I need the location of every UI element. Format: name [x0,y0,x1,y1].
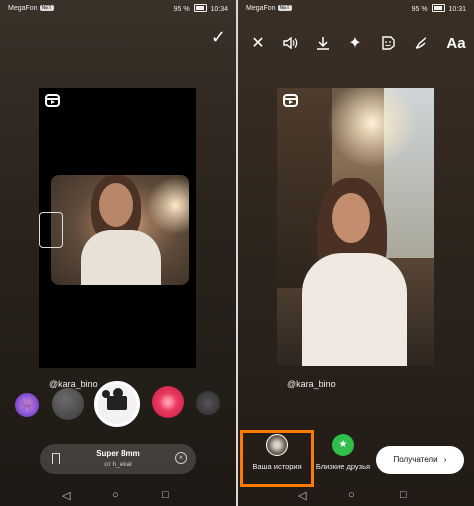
star-icon: ★ [332,434,354,456]
video-frame [51,175,189,285]
network-badge: NET [277,5,292,11]
effect-info-bar[interactable]: Super 8mm от h_ekal × [40,444,196,474]
battery-icon [431,4,445,12]
text-tool-button[interactable]: Aa [442,30,470,58]
draw-icon[interactable] [409,30,433,58]
camera-icon [102,388,127,410]
username-label: @kara_bino [287,379,336,389]
frame-handle[interactable] [39,212,63,248]
close-friends-label: Близкие друзья [315,462,371,471]
battery-percent: 95 % [411,6,428,13]
clock: 10:31 [448,6,466,13]
close-effect-icon[interactable]: × [175,452,187,464]
carrier-name: MegaFon [246,5,276,12]
system-navbar: ◁ ○ □ [0,484,236,506]
recipients-button[interactable]: Получатели › [376,446,464,474]
check-icon[interactable]: ✓ [211,27,226,48]
close-friends-button[interactable]: ★ Близкие друзья [310,434,376,471]
effect-name: Super 8mm [96,449,140,458]
editor-toolbar: ✕ ✦ Aa [238,30,474,58]
effect-blur[interactable] [52,388,84,420]
download-icon[interactable] [311,30,335,58]
sticker-icon[interactable] [376,30,400,58]
chevron-right-icon: › [443,455,447,464]
clock: 10:34 [210,6,228,13]
network-badge: NET [39,5,54,11]
effect-glitter[interactable] [152,386,184,418]
home-icon[interactable]: ○ [112,489,119,501]
status-bar: MegaFon NET 95 % 10:34 [0,0,236,18]
battery-icon [193,4,207,12]
carrier-name: MegaFon [8,5,38,12]
recents-icon[interactable]: □ [162,489,169,501]
effects-carousel[interactable] [0,377,236,431]
back-icon[interactable]: ◁ [62,489,70,502]
effect-alien[interactable] [15,393,39,417]
close-icon[interactable]: ✕ [246,30,270,58]
effects-icon[interactable]: ✦ [343,30,367,58]
avatar [266,434,288,456]
reels-icon [45,94,60,107]
home-icon[interactable]: ○ [348,489,355,501]
sound-icon[interactable] [278,30,302,58]
share-row: Ваша история ★ Близкие друзья Получатели… [238,430,474,490]
story-preview [277,88,434,366]
status-bar: MegaFon NET 95 % 10:31 [238,0,474,18]
your-story-label: Ваша история [252,462,302,471]
effect-super8-selected[interactable] [94,381,140,427]
story-editor-screen: MegaFon NET 95 % 10:31 ✕ ✦ Aa @kara_bino… [238,0,474,506]
recents-icon[interactable]: □ [400,489,407,501]
reels-icon [283,94,298,107]
effects-screen: MegaFonNET 95 % 10:34 ✓ @kara_bino Super… [0,0,236,506]
effect-dark[interactable] [196,391,220,415]
battery-percent: 95 % [173,6,190,13]
recipients-label: Получатели [393,455,438,464]
system-navbar: ◁ ○ □ [238,484,474,506]
effect-author: от h_ekal [104,461,132,468]
back-icon[interactable]: ◁ [298,489,306,502]
your-story-button[interactable]: Ваша история [244,434,310,471]
